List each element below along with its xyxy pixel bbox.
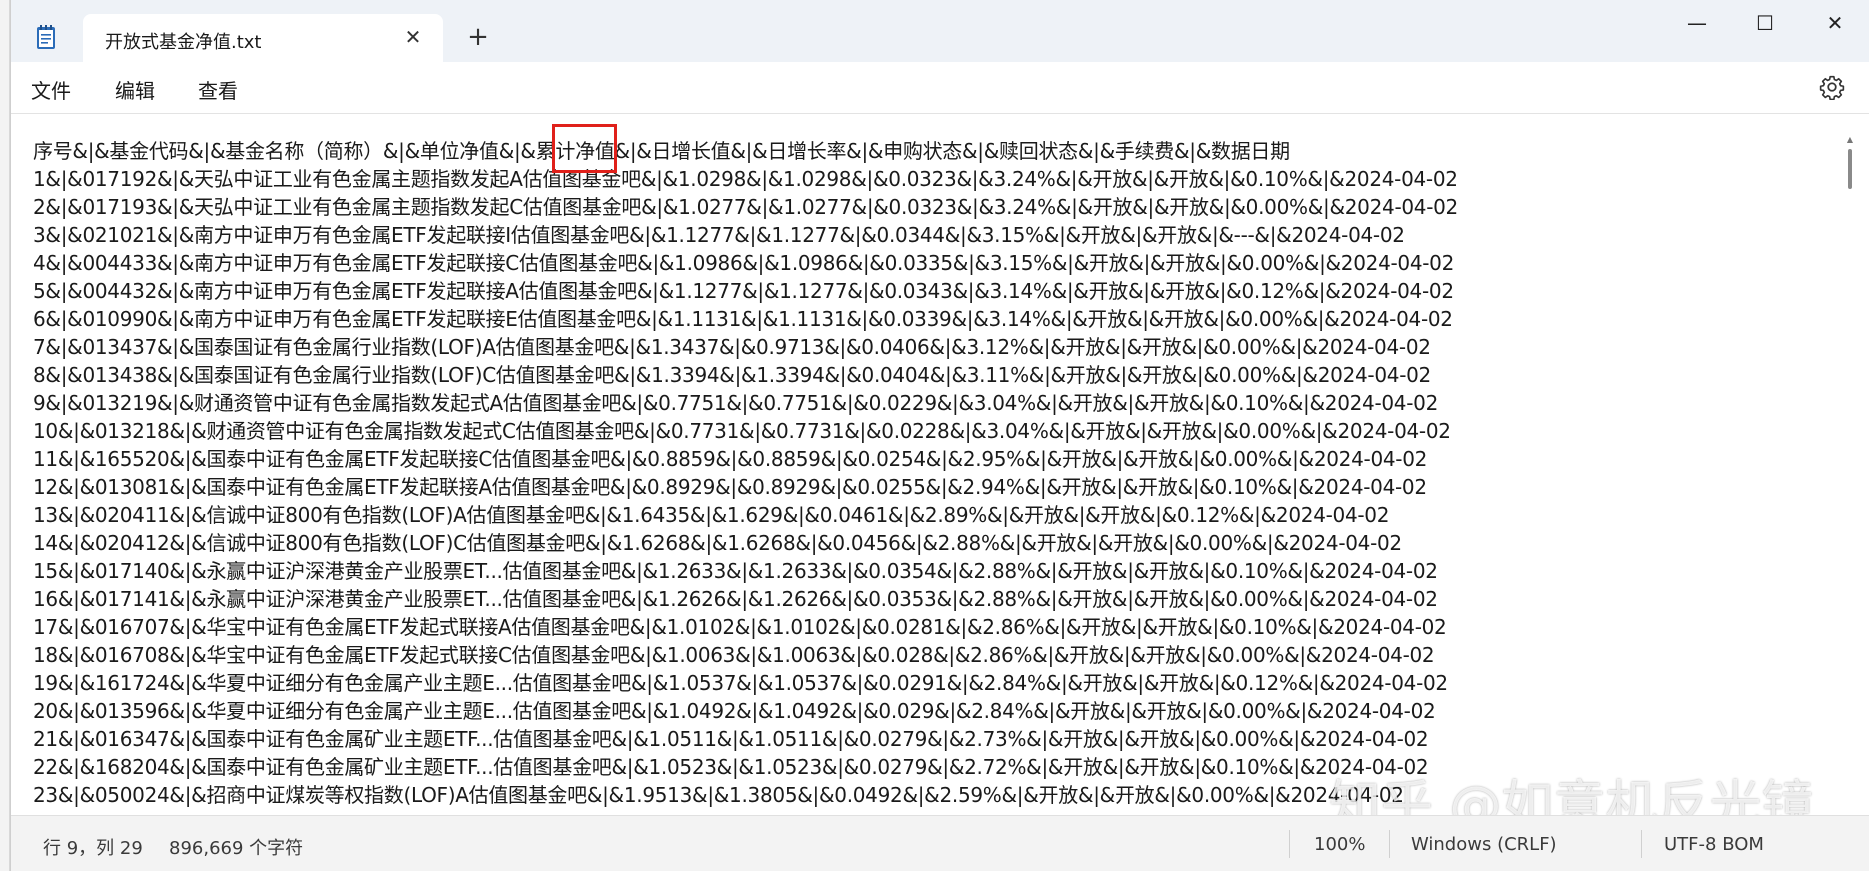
text-line: 序号&|&基金代码&|&基金名称（简称）&|&单位净值&|&累计净值&|&日增长… [33,139,1290,163]
red-highlight-annotation [552,124,617,173]
text-line: 6&|&010990&|&南方中证申万有色金属ETF发起联接E估值图基金吧&|&… [33,307,1453,331]
menu-edit[interactable]: 编辑 [115,75,155,104]
text-line: 11&|&165520&|&国泰中证有色金属ETF发起联接C估值图基金吧&|&0… [33,447,1428,471]
text-line: 12&|&013081&|&国泰中证有色金属ETF发起联接A估值图基金吧&|&0… [33,475,1427,499]
text-line: 18&|&016708&|&华宝中证有色金属ETF发起式联接C估值图基金吧&|&… [33,643,1435,667]
encoding[interactable]: UTF-8 BOM [1664,834,1764,855]
text-line: 14&|&020412&|&信诚中证800有色指数(LOF)C估值图基金吧&|&… [33,531,1402,555]
close-icon[interactable]: ✕ [1807,8,1863,38]
text-line: 21&|&016347&|&国泰中证有色金属矿业主题ETF...估值图基金吧&|… [33,727,1429,751]
status-divider [1641,830,1642,858]
tab-title: 开放式基金净值.txt [105,32,262,53]
text-line: 2&|&017193&|&天弘中证工业有色金属主题指数发起C估值图基金吧&|&1… [33,195,1458,219]
menu-view[interactable]: 查看 [198,75,238,104]
background-window-edge [0,0,10,871]
text-content: 序号&|&基金代码&|&基金名称（简称）&|&单位净值&|&累计净值&|&日增长… [33,137,1833,809]
text-line: 5&|&004432&|&南方中证申万有色金属ETF发起联接A估值图基金吧&|&… [33,279,1454,303]
text-line: 8&|&013438&|&国泰国证有色金属行业指数(LOF)C估值图基金吧&|&… [33,363,1431,387]
watermark: 知乎 @如意机反光镜 [1329,776,1814,815]
notepad-window: 开放式基金净值.txt ✕ + — ☐ ✕ 文件 编辑 查看 序号&|&基金代码… [10,0,1869,871]
text-line: 7&|&013437&|&国泰国证有色金属行业指数(LOF)A估值图基金吧&|&… [33,335,1431,359]
status-divider [1289,830,1290,858]
status-bar: 行 9，列 29 896,669 个字符 100% Windows (CRLF)… [11,815,1869,871]
text-line: 4&|&004433&|&南方中证申万有色金属ETF发起联接C估值图基金吧&|&… [33,251,1455,275]
text-line: 20&|&013596&|&华夏中证细分有色金属产业主题E...估值图基金吧&|… [33,699,1436,723]
tab-file[interactable]: 开放式基金净值.txt ✕ [83,14,443,62]
text-line: 9&|&013219&|&财通资管中证有色金属指数发起式A估值图基金吧&|&0.… [33,391,1438,415]
text-line: 19&|&161724&|&华夏中证细分有色金属产业主题E...估值图基金吧&|… [33,671,1448,695]
scroll-up-icon[interactable]: ▲ [1846,135,1854,145]
character-count: 896,669 个字符 [169,838,304,859]
zoom-level[interactable]: 100% [1314,834,1365,855]
title-bar: 开放式基金净值.txt ✕ + — ☐ ✕ [11,0,1869,62]
new-tab-icon[interactable]: + [463,22,493,52]
notepad-icon [37,25,55,49]
gear-icon[interactable] [1819,74,1845,100]
menu-file[interactable]: 文件 [31,75,71,104]
menu-bar: 文件 编辑 查看 [11,62,1869,114]
vertical-scrollbar[interactable]: ▲ [1846,135,1854,815]
text-editor[interactable]: 序号&|&基金代码&|&基金名称（简称）&|&单位净值&|&累计净值&|&日增长… [11,115,1869,815]
cursor-position: 行 9，列 29 [43,838,143,859]
text-line: 15&|&017140&|&永赢中证沪深港黄金产业股票ET...估值图基金吧&|… [33,559,1438,583]
text-line: 16&|&017141&|&永赢中证沪深港黄金产业股票ET...估值图基金吧&|… [33,587,1438,611]
text-line: 1&|&017192&|&天弘中证工业有色金属主题指数发起A估值图基金吧&|&1… [33,167,1458,191]
scrollbar-thumb[interactable] [1848,149,1852,189]
status-divider [1389,830,1390,858]
text-line: 13&|&020411&|&信诚中证800有色指数(LOF)A估值图基金吧&|&… [33,503,1390,527]
line-ending[interactable]: Windows (CRLF) [1411,834,1557,855]
text-line: 3&|&021021&|&南方中证申万有色金属ETF发起联接I估值图基金吧&|&… [33,223,1405,247]
text-line: 10&|&013218&|&财通资管中证有色金属指数发起式C估值图基金吧&|&0… [33,419,1451,443]
maximize-icon[interactable]: ☐ [1737,8,1793,38]
minimize-icon[interactable]: — [1669,8,1725,38]
tab-close-icon[interactable]: ✕ [401,25,425,49]
text-line: 17&|&016707&|&华宝中证有色金属ETF发起式联接A估值图基金吧&|&… [33,615,1447,639]
